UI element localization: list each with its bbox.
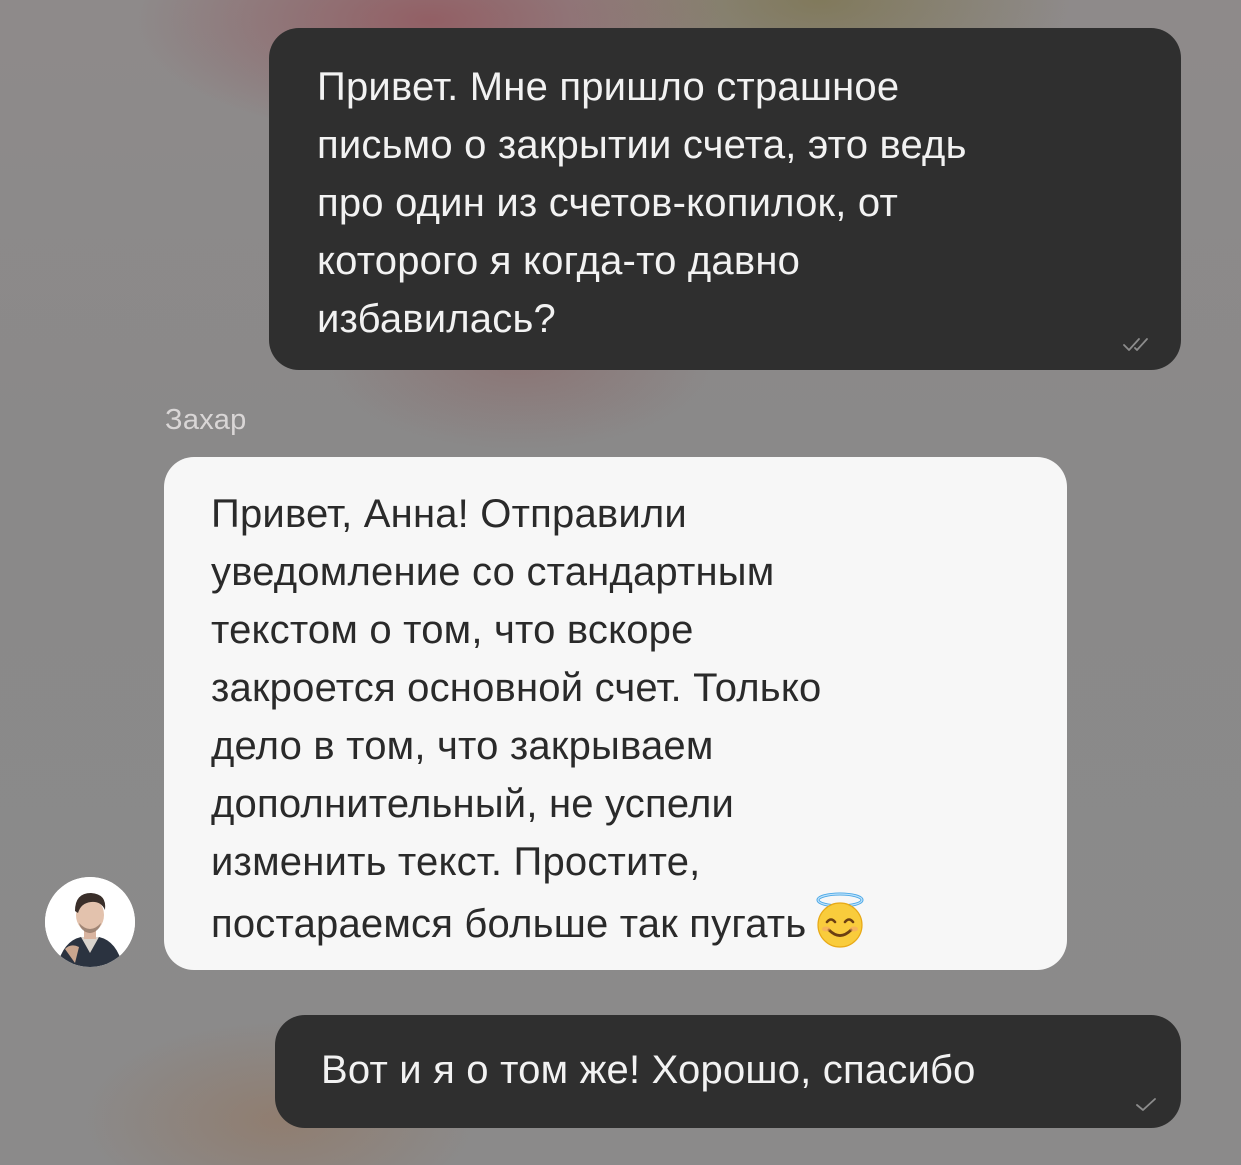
message-text: Привет, Анна! Отправили уведомление со с…: [211, 492, 822, 946]
double-check-icon: [1123, 338, 1148, 351]
outgoing-message-bubble[interactable]: Вот и я о том же! Хорошо, спасибо: [275, 1015, 1181, 1128]
smiling-face-with-halo-emoji: [816, 892, 864, 948]
message-text-wrapper: Привет, Анна! Отправили уведомление со с…: [211, 485, 1027, 953]
single-check-icon: [1136, 1098, 1156, 1111]
message-text: Привет. Мне пришло страшное письмо о зак…: [317, 65, 967, 341]
avatar-portrait-icon: [45, 877, 135, 967]
user-avatar[interactable]: [45, 877, 135, 967]
incoming-message-bubble[interactable]: Привет, Анна! Отправили уведомление со с…: [164, 457, 1067, 970]
message-text: Вот и я о том же! Хорошо, спасибо: [321, 1048, 976, 1092]
outgoing-message-bubble[interactable]: Привет. Мне пришло страшное письмо о зак…: [269, 28, 1181, 370]
sender-name: Захар: [165, 404, 247, 436]
